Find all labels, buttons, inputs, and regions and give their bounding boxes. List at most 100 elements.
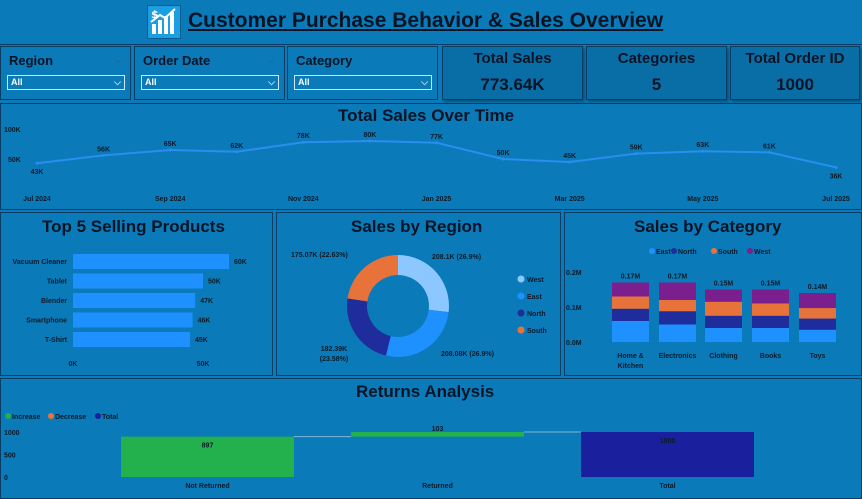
legend-label: East xyxy=(527,294,542,301)
legend-dot xyxy=(517,309,525,317)
legend-label: East xyxy=(656,249,671,256)
legend-label: South xyxy=(527,328,547,335)
category-select[interactable]: All ⌵ xyxy=(294,75,432,90)
point-label: 36K xyxy=(830,173,843,180)
line-point xyxy=(35,161,39,165)
order-date-select-value: All xyxy=(145,77,157,87)
slice-label: 208.1K (26.9%) xyxy=(432,254,481,261)
kpi-value: 5 xyxy=(651,75,662,94)
product-value-label: 45K xyxy=(195,337,208,344)
product-bar xyxy=(73,293,196,308)
category-segment xyxy=(752,328,789,342)
category-segment xyxy=(659,324,696,342)
region-filter[interactable]: Region ⌄ All ⌵ xyxy=(0,46,131,100)
category-label: Home & xyxy=(617,353,643,360)
legend-dot xyxy=(711,248,717,254)
product-label: Vacuum Cleaner xyxy=(13,259,68,266)
returns-bar-label: 1000 xyxy=(660,438,676,445)
point-label: 59K xyxy=(630,145,643,152)
legend-dot xyxy=(48,413,54,419)
category-label: Books xyxy=(760,353,782,360)
legend-label: Increase xyxy=(12,414,41,421)
point-label: 65K xyxy=(164,141,177,148)
region-slice-north xyxy=(347,298,391,356)
sales-by-region-chart: 208.1K (26.9%) 208.08K (26.9%) 182.39K (23.… xyxy=(291,252,547,363)
line-point xyxy=(168,148,172,152)
kpi-total-order-id: Total Order ID 1000 xyxy=(730,46,860,100)
chevron-down-icon: ⌵ xyxy=(114,77,121,87)
legend-label: West xyxy=(754,249,771,256)
category-total-label: 0.15M xyxy=(714,281,734,288)
region-select-value: All xyxy=(11,77,23,87)
x-tick-label: Sep 2024 xyxy=(155,196,185,203)
category-segment xyxy=(659,311,696,325)
sales-line xyxy=(36,139,837,169)
category-label: Toys xyxy=(810,353,826,360)
line-point xyxy=(568,160,572,164)
chevron-down-icon[interactable]: ⌄ xyxy=(267,53,276,66)
returns-bar-label: 897 xyxy=(202,443,214,450)
line-point xyxy=(701,149,705,153)
category-total-label: 0.14M xyxy=(808,284,828,291)
returns-category-label: Not Returned xyxy=(185,483,229,490)
category-segment xyxy=(659,300,696,312)
legend-dot xyxy=(517,292,525,300)
product-label: Blender xyxy=(41,298,67,305)
kpi-title: Total Sales xyxy=(473,50,552,67)
returns-bar-label: 103 xyxy=(432,426,444,433)
x-tick-label: Jul 2024 xyxy=(23,196,51,203)
region-slice-south xyxy=(347,255,398,302)
category-segment xyxy=(612,308,649,321)
category-filter[interactable]: Category All ⌵ xyxy=(287,46,438,100)
order-date-select[interactable]: All ⌵ xyxy=(141,75,279,90)
point-label: 43K xyxy=(31,169,44,176)
order-date-filter[interactable]: Order Date ⌄ All ⌵ xyxy=(134,46,285,100)
category-segment xyxy=(659,282,696,300)
legend-label: North xyxy=(678,249,697,256)
slice-label: (23.58%) xyxy=(320,356,348,363)
y-tick-label: 1000 xyxy=(4,430,20,437)
legend-label: Total xyxy=(102,414,118,421)
point-label: 56K xyxy=(97,146,110,153)
legend-dot xyxy=(517,326,525,334)
legend-dot xyxy=(517,275,525,283)
svg-text:$: $ xyxy=(151,8,159,21)
legend-dot xyxy=(747,248,753,254)
x-tick-label: Jul 2025 xyxy=(822,196,850,203)
returns-category-label: Total xyxy=(659,483,675,490)
point-label: 78K xyxy=(297,133,310,140)
category-select-value: All xyxy=(298,77,310,87)
category-segment xyxy=(705,328,742,342)
chevron-down-icon: ⌵ xyxy=(421,77,428,87)
category-segment xyxy=(799,329,836,342)
point-label: 61K xyxy=(763,143,776,150)
order-date-filter-label: Order Date xyxy=(143,53,211,68)
product-bar xyxy=(73,332,190,347)
chevron-down-icon[interactable]: ⌄ xyxy=(113,53,122,66)
region-slice-west xyxy=(398,255,449,313)
category-segment xyxy=(752,289,789,304)
product-bar xyxy=(73,254,229,269)
category-label: Clothing xyxy=(709,353,737,360)
product-value-label: 46K xyxy=(198,318,211,325)
slice-label: 182.39K xyxy=(321,346,347,353)
category-segment xyxy=(799,293,836,309)
product-label: Smartphone xyxy=(26,318,67,325)
product-label: T-Shirt xyxy=(45,337,68,344)
y-tick-label: 0.1M xyxy=(566,305,582,312)
x-tick-label: Mar 2025 xyxy=(555,196,585,203)
y-tick-label: 0 xyxy=(4,475,8,482)
region-select[interactable]: All ⌵ xyxy=(7,75,125,90)
category-filter-label: Category xyxy=(296,53,353,68)
product-bar xyxy=(73,312,193,328)
returns-category-label: Returned xyxy=(422,483,453,490)
y-tick-label: 50K xyxy=(8,157,21,164)
category-segment xyxy=(612,296,649,309)
category-segment xyxy=(752,315,789,328)
x-tick-label: 0K xyxy=(69,361,78,368)
sales-by-category-chart: East North South West 0.2M 0.1M 0.0M 0.17M Home … xyxy=(566,248,836,370)
category-label: Kitchen xyxy=(618,363,644,370)
product-value-label: 50K xyxy=(208,279,221,286)
kpi-value: 1000 xyxy=(776,75,814,94)
product-label: Tablet xyxy=(47,279,68,286)
